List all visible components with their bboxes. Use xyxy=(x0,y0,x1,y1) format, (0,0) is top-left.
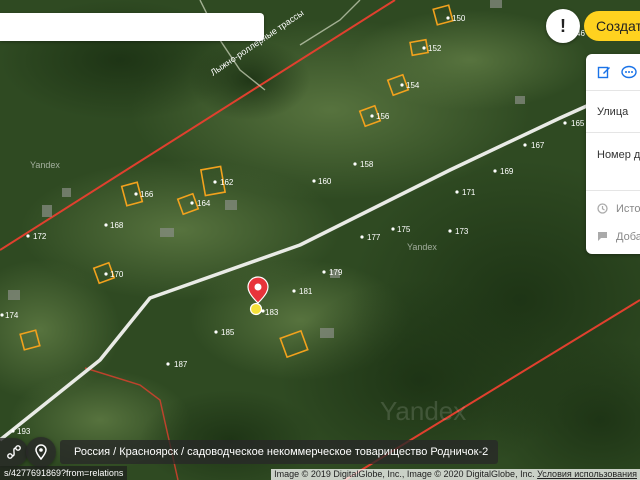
panel-divider xyxy=(586,132,640,133)
plot-label: 173 xyxy=(455,227,469,236)
history-icon xyxy=(597,203,608,214)
alert-button[interactable]: ! xyxy=(546,9,580,43)
plot-label: 167 xyxy=(531,141,545,150)
route-icon xyxy=(7,445,21,459)
comment-icon[interactable] xyxy=(621,65,637,79)
create-button[interactable]: Создать xyxy=(584,11,640,41)
plot-label: 187 xyxy=(174,360,188,369)
plot-label: 156 xyxy=(376,112,390,121)
plot-label: 179 xyxy=(329,268,343,277)
plot-label: 175 xyxy=(397,225,411,234)
plot-label: 172 xyxy=(33,232,47,241)
relation-url: s/4277691869?from=relations xyxy=(0,466,128,480)
plot-label: 170 xyxy=(110,270,124,279)
relation-url-text: s/4277691869?from=relations xyxy=(4,468,124,478)
plot-label: 150 xyxy=(452,14,466,23)
plot-label: 177 xyxy=(367,233,381,242)
alert-icon: ! xyxy=(560,15,566,36)
copyright-text: Image © 2019 DigitalGlobe, Inc., Image ©… xyxy=(274,469,535,479)
plot-label: 185 xyxy=(221,328,235,337)
plot-label: 169 xyxy=(500,167,514,176)
watermark: Yandex xyxy=(30,160,60,170)
plot-label: 166 xyxy=(140,190,154,199)
plot-label: 158 xyxy=(360,160,374,169)
object-info-panel: Улица Номер до Истор Доба xyxy=(586,54,640,254)
plot-label: 165 xyxy=(571,119,585,128)
plot-label: 164 xyxy=(197,199,211,208)
plot-label: 154 xyxy=(406,81,420,90)
satellite-map[interactable]: Лыжно-роллерные трассы Yandex Yandex Yan… xyxy=(0,0,640,480)
route-button[interactable] xyxy=(0,438,28,466)
plot-label: 160 xyxy=(318,177,332,186)
create-button-label: Создать xyxy=(596,18,640,34)
panel-divider xyxy=(586,90,640,91)
add-comment-icon xyxy=(598,232,607,241)
plot-label: 152 xyxy=(428,44,442,53)
history-link[interactable]: Истор xyxy=(616,203,640,215)
map-pin-icon xyxy=(35,444,47,460)
breadcrumb[interactable]: Россия / Красноярск / садоводческое неко… xyxy=(60,440,499,464)
watermark: Yandex xyxy=(380,396,466,426)
panel-divider xyxy=(586,190,640,191)
house-number-field-label: Номер до xyxy=(597,149,640,161)
plot-label: 162 xyxy=(220,178,234,187)
copyright-bar: Image © 2019 DigitalGlobe, Inc., Image ©… xyxy=(271,469,640,480)
plot-label: 193 xyxy=(17,427,31,436)
plot-label: 174 xyxy=(5,311,19,320)
watermark: Yandex xyxy=(407,242,437,252)
add-link[interactable]: Доба xyxy=(616,231,640,243)
terms-link[interactable]: Условия использования xyxy=(537,469,637,479)
plot-label: 183 xyxy=(265,308,279,317)
edit-icon[interactable] xyxy=(597,65,611,79)
plot-label: 168 xyxy=(110,221,124,230)
plot-label: 171 xyxy=(462,188,476,197)
plot-label: 181 xyxy=(299,287,313,296)
location-button[interactable] xyxy=(26,437,56,467)
street-field-label: Улица xyxy=(597,106,629,118)
breadcrumb-text: Россия / Красноярск / садоводческое неко… xyxy=(74,446,489,458)
search-input[interactable] xyxy=(0,13,264,41)
